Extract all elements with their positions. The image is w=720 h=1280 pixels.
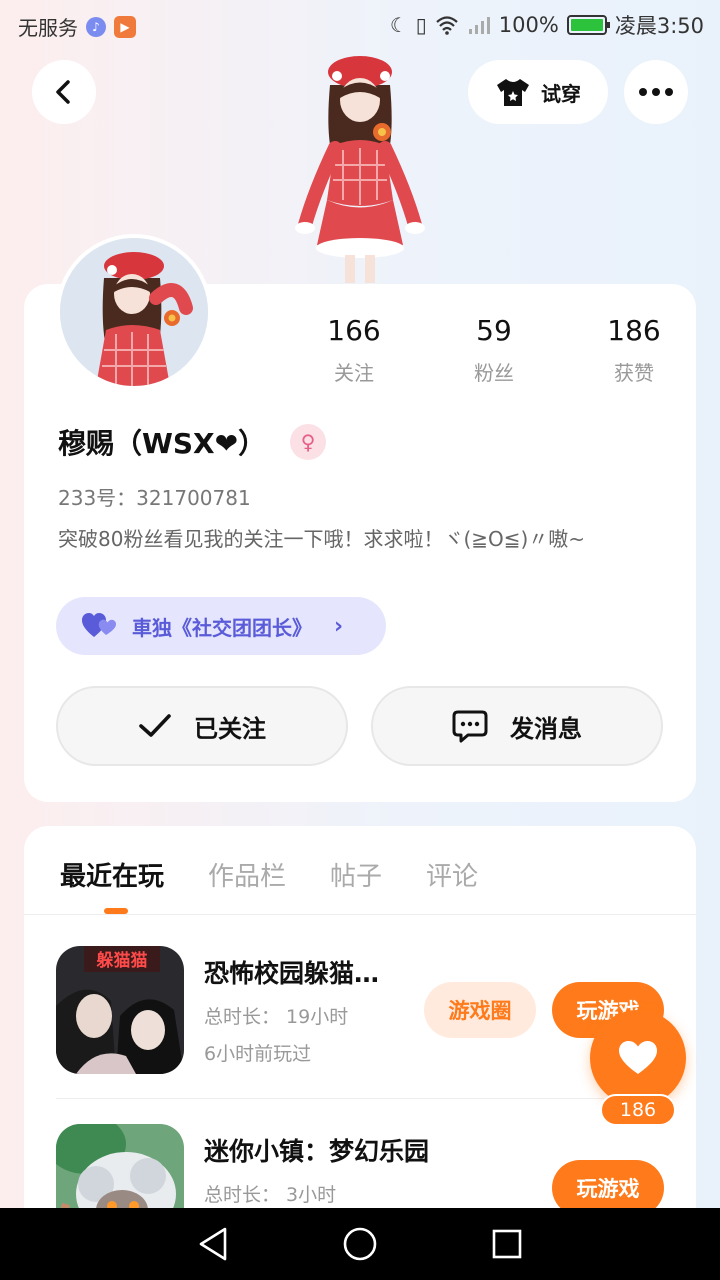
- tab-recently-played[interactable]: 最近在玩: [60, 856, 164, 893]
- wifi-icon: [436, 16, 458, 35]
- stat-value: 166: [327, 314, 381, 347]
- followed-label: 已关注: [194, 714, 266, 743]
- game-circle-button[interactable]: 游戏圈: [424, 982, 536, 1038]
- chevron-left-icon: [56, 80, 70, 104]
- stat-label: 获赞: [614, 361, 654, 385]
- stat-fans[interactable]: 59 粉丝: [444, 314, 544, 386]
- stat-label: 关注: [334, 361, 374, 385]
- female-gender-icon: ♀: [290, 424, 327, 460]
- user-nickname: 穆赐（WSX❤）: [58, 427, 267, 460]
- avatar[interactable]: [56, 234, 212, 390]
- game-duration: 总时长： 19小时: [204, 1006, 349, 1028]
- profile-stats: 166 关注 59 粉丝 186 获赞: [304, 314, 684, 386]
- tshirt-icon: [497, 79, 529, 106]
- battery-icon: [566, 15, 610, 35]
- nav-home-button[interactable]: [340, 1224, 380, 1264]
- square-recents-icon: [492, 1229, 521, 1259]
- avatar-3d-figure[interactable]: [285, 50, 435, 285]
- circle-home-icon: [343, 1227, 377, 1261]
- double-heart-icon: [82, 613, 116, 637]
- try-on-button[interactable]: 试穿: [468, 60, 608, 124]
- moon-icon: ☾: [389, 13, 408, 37]
- user-nickname-row: 穆赐（WSX❤） ♀: [58, 422, 327, 462]
- game-title[interactable]: 迷你小镇：梦幻乐园: [204, 1132, 429, 1168]
- check-icon: [139, 714, 171, 737]
- nav-back-button[interactable]: [193, 1224, 233, 1264]
- carrier-label: 无服务: [18, 16, 78, 40]
- game-last-played: 6小时前玩过: [204, 1043, 312, 1065]
- triangle-back-icon: [200, 1227, 227, 1261]
- stat-label: 粉丝: [474, 361, 514, 385]
- game-title[interactable]: 恐怖校园躲猫…: [204, 954, 414, 990]
- game-icon-title: 躲猫猫: [97, 950, 148, 971]
- group-badge-label: 車独《社交团团长》: [132, 615, 312, 640]
- tab-bar: 最近在玩 作品栏 帖子 评论: [60, 856, 478, 893]
- send-message-button[interactable]: 发消息: [371, 686, 663, 766]
- status-bar: 无服务 ♪ ▶ ☾ ▯ 100% 凌晨3:50: [0, 0, 720, 50]
- game-info: 迷你小镇：梦幻乐园 总时长： 3小时: [204, 1132, 429, 1207]
- game-duration: 总时长： 3小时: [204, 1184, 337, 1206]
- send-message-label: 发消息: [510, 714, 582, 743]
- tab-works[interactable]: 作品栏: [208, 856, 286, 893]
- game-icon[interactable]: 躲猫猫: [56, 946, 184, 1074]
- avatar-image: [60, 238, 208, 386]
- video-app-icon: ▶: [114, 15, 136, 38]
- followed-button[interactable]: 已关注: [56, 686, 348, 766]
- list-item[interactable]: 躲猫猫 恐怖校园躲猫… 总时长： 19小时 6小时前玩过 游戏圈 玩游戏: [56, 946, 676, 1076]
- tab-comments[interactable]: 评论: [426, 856, 478, 893]
- game-info: 恐怖校园躲猫… 总时长： 19小时 6小时前玩过: [204, 954, 414, 1066]
- more-button[interactable]: [624, 60, 688, 124]
- like-count-badge: 186: [600, 1094, 676, 1126]
- chat-bubble-icon: [452, 710, 488, 743]
- like-button[interactable]: [590, 1010, 686, 1106]
- user-id: 233号：321700781: [58, 486, 251, 510]
- more-dots-icon: [639, 88, 673, 96]
- signal-icon: [468, 17, 490, 34]
- content-card: 最近在玩 作品栏 帖子 评论 躲猫猫 恐怖校园躲猫… 总时长： 19小时 6小时…: [24, 826, 696, 1226]
- tab-posts[interactable]: 帖子: [330, 856, 382, 893]
- divider: [24, 914, 696, 915]
- chevron-right-icon: ›: [334, 613, 344, 639]
- user-bio: 突破80粉丝看见我的关注一下哦！求求啦！ヾ(≧O≦)〃嗷~: [58, 527, 586, 551]
- group-badge[interactable]: 車独《社交团团长》 ›: [56, 597, 386, 655]
- stat-following[interactable]: 166 关注: [304, 314, 404, 386]
- stat-value: 186: [607, 314, 661, 347]
- back-button[interactable]: [32, 60, 96, 124]
- vibrate-icon: ▯: [415, 13, 427, 37]
- stat-likes[interactable]: 186 获赞: [584, 314, 684, 386]
- music-icon: ♪: [86, 16, 106, 37]
- try-on-label: 试穿: [541, 81, 581, 106]
- stat-value: 59: [476, 314, 512, 347]
- heart-icon: [619, 1041, 657, 1074]
- system-nav-bar: [0, 1208, 720, 1280]
- clock: 凌晨3:50: [614, 14, 704, 38]
- battery-percent: 100%: [498, 13, 559, 37]
- divider: [56, 1098, 664, 1099]
- nav-recents-button[interactable]: [487, 1224, 527, 1264]
